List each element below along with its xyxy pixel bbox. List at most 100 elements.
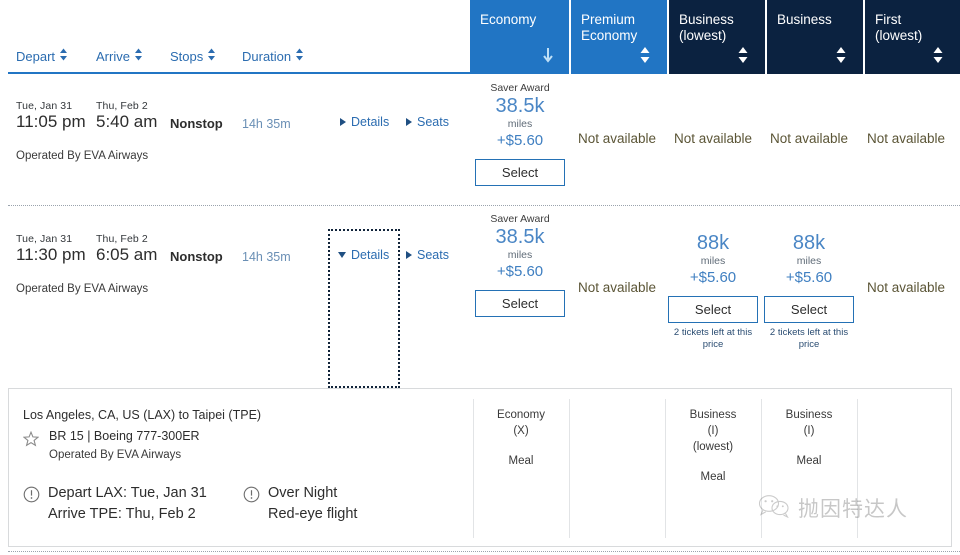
details-toggle[interactable]: Details — [338, 248, 389, 262]
fare-class-tab-premium-economy[interactable]: Premium Economy — [571, 0, 667, 74]
operated-by: Operated By EVA Airways — [16, 150, 149, 162]
depart-time: 11:30 pm — [16, 245, 86, 264]
seats-toggle-label: Seats — [417, 115, 449, 129]
detail-note-text: Over Night Red-eye flight — [268, 485, 358, 522]
select-button[interactable]: Select — [475, 290, 565, 317]
detail-operated-by: Operated By EVA Airways — [49, 449, 182, 461]
sort-updown-icon[interactable] — [835, 46, 849, 66]
duration-value: 14h 35m — [242, 250, 291, 264]
sort-button-label: Duration — [242, 48, 292, 64]
miles-label: miles — [507, 118, 533, 130]
fare-cell-economy[interactable]: Saver Award 38.5k miles +$5.60 Select — [471, 82, 569, 186]
sort-button-depart[interactable]: Depart — [16, 48, 68, 64]
tax-value: +$5.60 — [785, 269, 833, 286]
depart-date: Tue, Jan 31 — [16, 100, 73, 112]
flight-row[interactable]: Tue, Jan 31 11:30 pm Thu, Feb 2 6:05 am … — [0, 207, 960, 388]
arrive-date: Thu, Feb 2 — [96, 233, 148, 245]
fare-class-header: Economy Premium Economy Business (lowest… — [470, 0, 960, 74]
flight-row[interactable]: Tue, Jan 31 11:05 pm Thu, Feb 2 5:40 am … — [0, 74, 960, 192]
sort-button-stops[interactable]: Stops — [170, 48, 216, 64]
detail-cabin-class: Business (I) — [785, 409, 833, 437]
miles-value: 88k — [792, 232, 826, 254]
select-button[interactable]: Select — [764, 296, 854, 323]
miles-value: 38.5k — [495, 226, 545, 248]
miles-label: miles — [700, 255, 726, 267]
fare-cell-first-lowest: Not available — [866, 280, 946, 295]
select-button[interactable]: Select — [475, 159, 565, 186]
seats-toggle-label: Seats — [417, 248, 449, 262]
flight-detail-left: Los Angeles, CA, US (LAX) to Taipei (TPE… — [9, 389, 473, 546]
fare-cell-premium-economy: Not available — [577, 280, 657, 295]
bottom-divider — [8, 551, 960, 552]
detail-cabin-business: Business (I) Meal — [761, 407, 857, 469]
seats-toggle[interactable]: Seats — [406, 115, 449, 129]
stops-value: Nonstop — [170, 249, 223, 264]
detail-cabin-first-lowest — [857, 407, 952, 421]
sort-updown-icon[interactable] — [737, 46, 751, 66]
detail-route: Los Angeles, CA, US (LAX) to Taipei (TPE… — [23, 408, 262, 422]
fare-class-tab-label: Economy — [480, 12, 537, 27]
sort-updown-icon[interactable] — [639, 46, 653, 66]
fare-cell-economy[interactable]: Saver Award 38.5k miles +$5.60 Select — [471, 213, 569, 317]
details-toggle-label: Details — [351, 248, 390, 262]
fare-class-tab-first-lowest[interactable]: First (lowest) — [865, 0, 960, 74]
details-toggle[interactable]: Details — [340, 115, 389, 129]
seats-toggle[interactable]: Seats — [406, 248, 449, 262]
detail-cabin-business-lowest: Business (I) (lowest) Meal — [665, 407, 761, 485]
select-button[interactable]: Select — [668, 296, 758, 323]
sort-updown-icon — [59, 48, 68, 64]
fare-cell-first-lowest: Not available — [866, 131, 946, 146]
fare-cell-business-lowest[interactable]: 88k miles +$5.60 Select 2 tickets left a… — [665, 231, 761, 351]
details-toggle-label: Details — [351, 115, 390, 129]
award-type: Saver Award — [490, 213, 550, 225]
fare-class-tab-business-lowest[interactable]: Business (lowest) — [669, 0, 765, 74]
flight-detail-panel: Los Angeles, CA, US (LAX) to Taipei (TPE… — [8, 388, 952, 547]
sort-button-label: Arrive — [96, 48, 130, 64]
sort-updown-icon — [134, 48, 143, 64]
star-icon[interactable] — [22, 430, 40, 447]
low-stock-warning: 2 tickets left at this price — [769, 327, 849, 350]
chevron-right-icon — [406, 251, 412, 259]
depart-time: 11:05 pm — [16, 112, 86, 131]
fare-class-tab-business[interactable]: Business — [767, 0, 863, 74]
detail-flight-number: BR 15 | Boeing 777-300ER — [49, 429, 200, 443]
detail-cabin-class: Economy (X) — [497, 409, 545, 437]
chevron-right-icon — [340, 118, 346, 126]
down-arrow-icon[interactable] — [541, 46, 555, 66]
arrive-time: 6:05 am — [96, 245, 158, 264]
detail-cabin-premium-economy — [569, 407, 665, 421]
sort-button-arrive[interactable]: Arrive — [96, 48, 143, 64]
sort-updown-icon[interactable] — [932, 46, 946, 66]
fare-cell-business[interactable]: 88k miles +$5.60 Select 2 tickets left a… — [761, 231, 857, 351]
low-stock-warning: 2 tickets left at this price — [673, 327, 753, 350]
tax-value: +$5.60 — [689, 269, 737, 286]
detail-cabin-meal: Meal — [796, 455, 822, 467]
exclamation-circle-icon — [23, 486, 40, 503]
arrive-date: Thu, Feb 2 — [96, 100, 148, 112]
fare-class-tab-label: Premium Economy — [581, 12, 638, 43]
miles-value: 38.5k — [495, 95, 545, 117]
miles-label: miles — [796, 255, 822, 267]
fare-cell-premium-economy: Not available — [577, 131, 657, 146]
fare-class-tab-economy[interactable]: Economy — [470, 0, 569, 74]
arrive-time: 5:40 am — [96, 112, 158, 131]
detail-cabin-meal: Meal — [508, 455, 534, 467]
detail-note: Depart LAX: Tue, Jan 31 Arrive TPE: Thu,… — [23, 483, 233, 525]
fare-class-tab-label: Business (lowest) — [679, 12, 734, 43]
sort-button-duration[interactable]: Duration — [242, 48, 304, 64]
fare-cell-business: Not available — [769, 131, 849, 146]
sort-bar: Depart Arrive Stops Duration — [0, 40, 470, 74]
chevron-right-icon — [406, 118, 412, 126]
detail-cabin-class: Business (I) (lowest) — [689, 409, 737, 453]
depart-date: Tue, Jan 31 — [16, 233, 73, 245]
fare-class-tab-label: Business — [777, 12, 832, 27]
detail-note: Over Night Red-eye flight — [243, 483, 443, 525]
miles-value: 88k — [696, 232, 730, 254]
chevron-down-icon — [338, 252, 346, 258]
stops-value: Nonstop — [170, 116, 223, 131]
detail-cabin-economy: Economy (X) Meal — [473, 407, 569, 469]
sort-button-label: Depart — [16, 48, 56, 64]
tax-value: +$5.60 — [496, 132, 544, 149]
exclamation-circle-icon — [243, 486, 260, 503]
fare-cell-business-lowest: Not available — [673, 131, 753, 146]
